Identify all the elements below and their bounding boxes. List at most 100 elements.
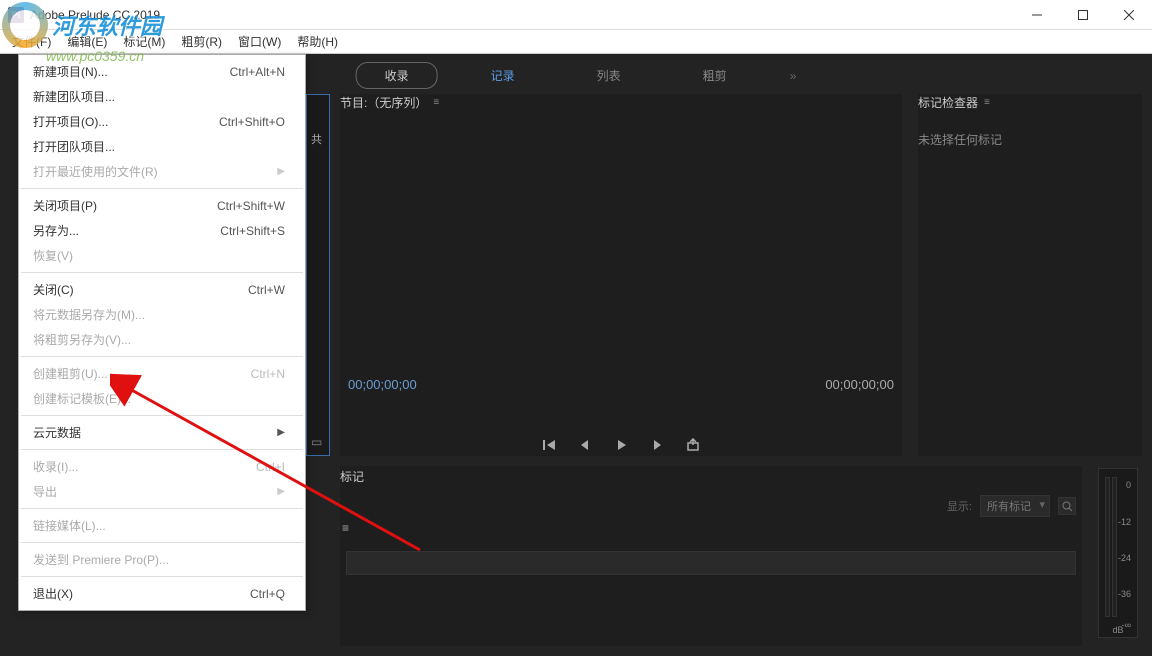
program-monitor-panel: 节目:（无序列） ≡ 00;00;00;00 00;00;00;00 <box>340 94 902 456</box>
left-panel-strip[interactable]: 共 ▭ <box>306 94 330 456</box>
marker-input[interactable] <box>346 551 1076 575</box>
menu-item-label: 退出(X) <box>33 585 73 602</box>
menu-item-label: 恢复(V) <box>33 247 73 264</box>
file-menu-item[interactable]: 云元数据 ▶ <box>19 420 305 445</box>
search-icon <box>1062 501 1073 512</box>
file-menu-item[interactable]: 关闭项目(P)Ctrl+Shift+W <box>19 193 305 218</box>
menu-shortcut: Ctrl+Shift+O <box>219 115 285 129</box>
program-monitor-header: 节目:（无序列） ≡ <box>340 94 902 117</box>
meter-tick: -36 <box>1118 589 1131 599</box>
menu-window[interactable]: 窗口(W) <box>230 30 289 53</box>
tab-list[interactable]: 列表 <box>568 62 650 89</box>
file-menu-item[interactable]: 打开项目(O)... Ctrl+Shift+O <box>19 109 305 134</box>
workspace-tabs: 收录 记录 列表 粗剪 » <box>356 62 797 89</box>
file-menu-item[interactable]: 另存为...Ctrl+Shift+S <box>19 218 305 243</box>
menu-item-label: 链接媒体(L)... <box>33 517 106 534</box>
meter-tick: -12 <box>1118 517 1131 527</box>
marker-inspector-title: 标记检查器 <box>918 94 978 111</box>
transport-controls <box>340 438 902 455</box>
file-menu-item: 创建粗剪(U)... Ctrl+N <box>19 361 305 386</box>
menu-separator <box>21 188 303 189</box>
menu-item-label: 将元数据另存为(M)... <box>33 306 145 323</box>
menu-roughcut[interactable]: 粗剪(R) <box>173 30 230 53</box>
file-menu-item: 创建标记模板(E)... <box>19 386 305 411</box>
app-icon: Pl <box>8 7 24 23</box>
submenu-arrow-icon: ▶ <box>277 427 285 438</box>
menu-help[interactable]: 帮助(H) <box>289 30 346 53</box>
menu-shortcut: Ctrl+Shift+S <box>220 224 285 238</box>
step-back-button[interactable] <box>578 438 592 455</box>
window-controls <box>1014 0 1152 30</box>
file-menu-item[interactable]: 新建团队项目... <box>19 84 305 109</box>
meter-unit-label: dB <box>1099 625 1137 635</box>
timecode-row: 00;00;00;00 00;00;00;00 <box>340 377 902 392</box>
file-menu-item: 将粗剪另存为(V)... <box>19 327 305 352</box>
menu-item-label: 云元数据 <box>33 424 81 441</box>
menu-separator <box>21 356 303 357</box>
file-menu-item: 将元数据另存为(M)... <box>19 302 305 327</box>
menu-item-label: 将粗剪另存为(V)... <box>33 331 131 348</box>
minimize-button[interactable] <box>1014 0 1060 30</box>
file-menu-dropdown: 新建项目(N)...Ctrl+Alt+N新建团队项目... 打开项目(O)... C… <box>18 54 306 611</box>
menu-item-label: 收录(I)... <box>33 458 78 475</box>
file-menu-item: 发送到 Premiere Pro(P)... <box>19 547 305 572</box>
submenu-arrow-icon: ▶ <box>277 166 285 177</box>
menu-separator <box>21 449 303 450</box>
timecode-current[interactable]: 00;00;00;00 <box>348 377 417 392</box>
meter-tick: -24 <box>1118 553 1131 563</box>
left-strip-label: 共 <box>307 95 329 147</box>
menu-bar: 文件(F) 编辑(E) 标记(M) 粗剪(R) 窗口(W) 帮助(H) <box>0 30 1152 54</box>
maximize-button[interactable] <box>1060 0 1106 30</box>
menu-item-label: 新建项目(N)... <box>33 63 108 80</box>
menu-item-label: 关闭(C) <box>33 281 74 298</box>
panel-menu-icon[interactable]: ≡ <box>342 521 349 535</box>
menu-separator <box>21 576 303 577</box>
meter-tick: 0 <box>1126 480 1131 490</box>
title-bar: Pl Adobe Prelude CC 2019 <box>0 0 1152 30</box>
search-button[interactable] <box>1058 497 1076 515</box>
menu-shortcut: Ctrl+Shift+W <box>217 199 285 213</box>
timecode-duration: 00;00;00;00 <box>825 377 894 392</box>
file-menu-item: 收录(I)...Ctrl+I <box>19 454 305 479</box>
audio-meter: 0-12-24-36-∞ dB <box>1098 468 1138 638</box>
menu-item-label: 打开项目(O)... <box>33 113 108 130</box>
file-menu-item[interactable]: 打开团队项目... <box>19 134 305 159</box>
panel-menu-icon[interactable]: ≡ <box>433 97 439 108</box>
tab-roughcut[interactable]: 粗剪 <box>674 62 756 89</box>
marker-inspector-body: 未选择任何标记 <box>918 117 1142 148</box>
step-forward-button[interactable] <box>650 438 664 455</box>
marker-inspector-header: 标记检查器 ≡ <box>918 94 1142 117</box>
menu-item-label: 打开最近使用的文件(R) <box>33 163 158 180</box>
menu-edit[interactable]: 编辑(E) <box>59 30 115 53</box>
menu-shortcut: Ctrl+W <box>248 283 285 297</box>
chevron-down-icon: ▾ <box>1039 498 1045 511</box>
menu-separator <box>21 272 303 273</box>
app-title: Adobe Prelude CC 2019 <box>30 8 160 22</box>
menu-file[interactable]: 文件(F) <box>4 30 59 53</box>
file-menu-item[interactable]: 关闭(C) Ctrl+W <box>19 277 305 302</box>
export-frame-button[interactable] <box>686 438 700 455</box>
panel-menu-icon[interactable]: ≡ <box>984 97 990 108</box>
menu-item-label: 创建粗剪(U)... <box>33 365 108 382</box>
menu-separator <box>21 542 303 543</box>
close-button[interactable] <box>1106 0 1152 30</box>
menu-item-label: 打开团队项目... <box>33 138 115 155</box>
folder-icon[interactable]: ▭ <box>311 435 322 449</box>
markers-panel-title: 标记 <box>340 466 1082 495</box>
display-label: 显示: <box>947 498 972 514</box>
menu-item-label: 发送到 Premiere Pro(P)... <box>33 551 169 568</box>
menu-marker[interactable]: 标记(M) <box>115 30 173 53</box>
tabs-overflow-icon[interactable]: » <box>790 69 797 83</box>
tab-ingest[interactable]: 收录 <box>356 62 438 89</box>
menu-item-label: 导出 <box>33 483 57 500</box>
menu-shortcut: Ctrl+N <box>251 367 285 381</box>
marker-filter-select[interactable]: 所有标记 ▾ <box>980 495 1050 517</box>
file-menu-item[interactable]: 新建项目(N)...Ctrl+Alt+N <box>19 59 305 84</box>
tab-log[interactable]: 记录 <box>462 62 544 89</box>
menu-shortcut: Ctrl+Q <box>250 587 285 601</box>
markers-panel-controls: 显示: 所有标记 ▾ <box>340 495 1082 517</box>
file-menu-item[interactable]: 退出(X) Ctrl+Q <box>19 581 305 606</box>
play-button[interactable] <box>614 438 628 455</box>
goto-in-button[interactable] <box>542 438 556 455</box>
menu-item-label: 创建标记模板(E)... <box>33 390 131 407</box>
